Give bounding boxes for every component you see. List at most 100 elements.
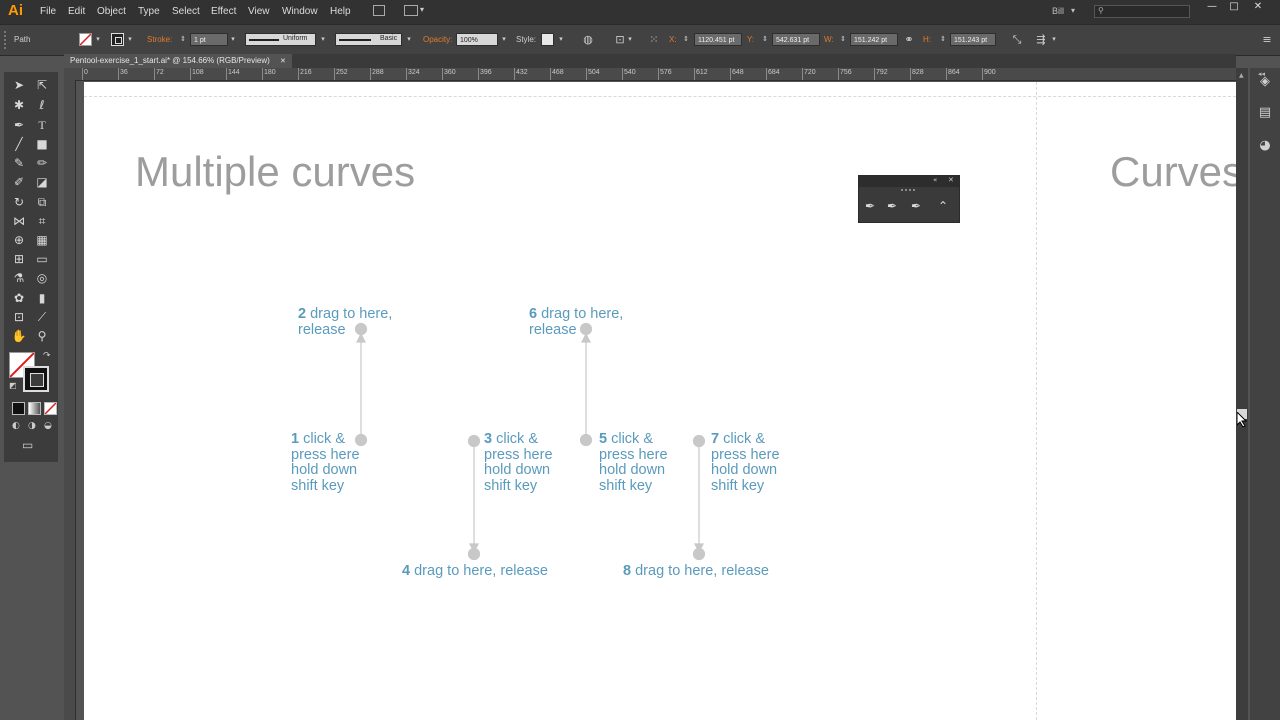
paintbrush-tool-icon[interactable]: ✎ <box>9 154 29 172</box>
line-tool-icon[interactable]: ╱ <box>9 135 29 153</box>
selection-tool-icon[interactable]: ➤ <box>9 76 29 94</box>
draw-normal-icon[interactable]: ◐ <box>12 421 20 431</box>
variable-width-profile[interactable]: Uniform <box>245 33 316 46</box>
pen-tool-icon[interactable]: ✒ <box>9 116 29 134</box>
y-stepper-icon[interactable]: ⇕ <box>760 33 770 46</box>
close-icon[interactable]: ✕ <box>948 176 954 184</box>
draw-inside-icon[interactable]: ◒ <box>44 421 52 431</box>
appearance-icon[interactable]: ◕ <box>1257 138 1273 154</box>
panel-title-bar[interactable]: « ✕ <box>859 176 959 187</box>
tab-close-icon[interactable]: ✕ <box>280 58 286 65</box>
menu-file[interactable]: File <box>40 6 56 17</box>
layers-icon[interactable]: ◈ <box>1257 74 1273 90</box>
brush-definition[interactable]: Basic <box>335 33 402 46</box>
w-input[interactable]: 151.242 pt <box>850 33 898 46</box>
stroke-weight-dropdown-icon[interactable]: ▾ <box>228 33 238 46</box>
vertical-scrollbar[interactable]: ▲ <box>1236 68 1248 720</box>
stroke-weight-input[interactable]: 1 pt <box>190 33 228 46</box>
pen-tool-icon[interactable]: ✒ <box>865 199 875 213</box>
hand-tool-icon[interactable]: ✋ <box>9 327 29 345</box>
anchor-point-tool-icon[interactable]: ⌃ <box>938 199 948 213</box>
color-mode-icon[interactable] <box>12 402 25 415</box>
menu-type[interactable]: Type <box>138 6 160 17</box>
gradient-tool-icon[interactable]: ▭ <box>32 250 52 268</box>
screen-mode-icon[interactable]: ▭ <box>22 438 33 452</box>
eraser-tool-icon[interactable]: ◪ <box>32 173 52 191</box>
y-input[interactable]: 542.631 pt <box>772 33 820 46</box>
free-transform-tool-icon[interactable]: ⌗ <box>32 212 52 230</box>
artboard-tool-icon[interactable]: ⊡ <box>9 308 29 326</box>
slice-tool-icon[interactable]: ⟋ <box>32 308 52 326</box>
reference-point-icon[interactable]: ⁙ <box>647 33 661 47</box>
rectangle-tool-icon[interactable]: ■ <box>32 135 52 153</box>
zoom-tool-icon[interactable]: ⚲ <box>32 327 52 345</box>
align-dropdown-icon[interactable]: ▾ <box>625 33 635 46</box>
blend-tool-icon[interactable]: ◎ <box>32 269 52 287</box>
profile-dropdown-icon[interactable]: ▾ <box>318 33 328 46</box>
x-input[interactable]: 1120.451 pt <box>694 33 742 46</box>
column-graph-tool-icon[interactable]: ▮ <box>32 289 52 307</box>
menu-select[interactable]: Select <box>172 6 200 17</box>
width-tool-icon[interactable]: ⋈ <box>9 212 29 230</box>
libraries-icon[interactable]: ▤ <box>1257 105 1273 121</box>
blob-brush-tool-icon[interactable]: ✐ <box>9 173 29 191</box>
shape-builder-tool-icon[interactable]: ⊕ <box>9 231 29 249</box>
artboard-canvas[interactable]: Multiple curves Curves 2 drag to here, r… <box>84 82 1243 720</box>
w-stepper-icon[interactable]: ⇕ <box>838 33 848 46</box>
menu-help[interactable]: Help <box>330 6 351 17</box>
user-name[interactable]: Bill <box>1052 6 1064 16</box>
bridge-icon[interactable] <box>373 5 385 16</box>
arrange-documents-icon[interactable] <box>404 5 418 16</box>
horizontal-ruler[interactable]: 0 36 72 108 144 180 216 252 288 324 360 396 432 468 50… <box>64 68 1236 81</box>
x-stepper-icon[interactable]: ⇕ <box>681 33 691 46</box>
none-mode-icon[interactable] <box>44 402 57 415</box>
maximize-icon[interactable]: □ <box>1222 1 1246 13</box>
menu-object[interactable]: Object <box>97 6 126 17</box>
link-proportions-icon[interactable]: ⚭ <box>902 33 916 47</box>
add-anchor-point-tool-icon[interactable]: ✒ <box>887 199 897 213</box>
stroke-stepper-icon[interactable]: ⇕ <box>178 33 188 46</box>
menu-view[interactable]: View <box>248 6 270 17</box>
fill-swatch[interactable] <box>79 33 92 46</box>
perspective-grid-tool-icon[interactable]: ▦ <box>32 231 52 249</box>
menu-effect[interactable]: Effect <box>211 6 236 17</box>
stroke-label[interactable]: Stroke: <box>147 35 172 44</box>
magic-wand-tool-icon[interactable]: ✱ <box>9 96 29 114</box>
h-stepper-icon[interactable]: ⇕ <box>938 33 948 46</box>
eyedropper-tool-icon[interactable]: ⚗ <box>9 269 29 287</box>
transform-icon[interactable]: ⤡ <box>1010 33 1024 47</box>
vertical-ruler[interactable] <box>64 80 76 720</box>
recolor-artwork-icon[interactable]: ◍ <box>581 33 595 47</box>
type-tool-icon[interactable]: T <box>32 116 52 134</box>
swap-fill-stroke-icon[interactable]: ↷ <box>43 351 51 361</box>
pencil-tool-icon[interactable]: ✏ <box>32 154 52 172</box>
style-dropdown-icon[interactable]: ▾ <box>556 33 566 46</box>
scroll-up-icon[interactable]: ▲ <box>1239 72 1244 79</box>
isolate-icon[interactable]: ⇶ <box>1034 33 1048 47</box>
document-tab[interactable]: Pentool-exercise_1_start.ai* @ 154.66% (… <box>64 54 292 68</box>
style-swatch[interactable] <box>541 33 554 46</box>
rotate-tool-icon[interactable]: ↻ <box>9 193 29 211</box>
menu-edit[interactable]: Edit <box>68 6 85 17</box>
pen-tools-floating-panel[interactable]: « ✕ ✒ ✒ ✒ ⌃ <box>858 175 960 223</box>
stroke-color-box[interactable] <box>23 366 49 392</box>
search-field[interactable]: ⚲ <box>1094 5 1190 18</box>
isolate-dropdown-icon[interactable]: ▾ <box>1049 33 1059 46</box>
h-input[interactable]: 151.243 pt <box>950 33 996 46</box>
opacity-label[interactable]: Opacity: <box>423 35 452 44</box>
user-dropdown-icon[interactable]: ▾ <box>1071 6 1075 15</box>
close-icon[interactable]: ✕ <box>1246 1 1270 13</box>
opacity-dropdown-icon[interactable]: ▾ <box>499 33 509 46</box>
minimize-icon[interactable]: — <box>1200 1 1224 13</box>
lasso-tool-icon[interactable]: ℓ <box>32 96 52 114</box>
gradient-mode-icon[interactable] <box>28 402 41 415</box>
fill-dropdown-icon[interactable]: ▾ <box>93 33 103 46</box>
stroke-dropdown-icon[interactable]: ▾ <box>125 33 135 46</box>
mesh-tool-icon[interactable]: ⊞ <box>9 250 29 268</box>
brush-dropdown-icon[interactable]: ▾ <box>404 33 414 46</box>
stroke-swatch[interactable] <box>111 33 124 46</box>
menu-window[interactable]: Window <box>282 6 318 17</box>
scale-tool-icon[interactable]: ⧉ <box>32 193 52 211</box>
panel-menu-icon[interactable]: ≡ <box>1260 33 1274 47</box>
delete-anchor-point-tool-icon[interactable]: ✒ <box>911 199 921 213</box>
